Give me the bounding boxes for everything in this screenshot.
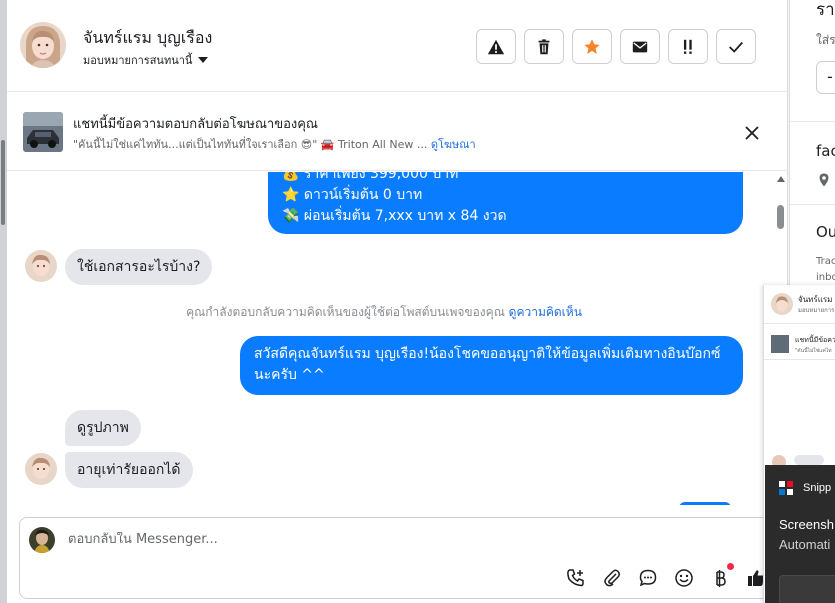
emoji-button[interactable] bbox=[672, 566, 695, 589]
contact-name[interactable]: จันทร์แรม บุญเรือง bbox=[83, 26, 212, 51]
contact-avatar-small[interactable] bbox=[25, 453, 57, 485]
snip-title: Screensh bbox=[779, 517, 834, 532]
composer-toolbar bbox=[564, 563, 767, 589]
mark-done-button[interactable] bbox=[716, 29, 756, 64]
conversation-header: จันทร์แรม บุญเรือง มอบหมายการสนทนานี้ bbox=[7, 0, 788, 92]
delete-button[interactable] bbox=[524, 29, 564, 64]
ad-thumbnail[interactable] bbox=[23, 112, 63, 152]
baht-icon bbox=[715, 569, 726, 587]
details-section-heading-2: Ou bbox=[816, 223, 835, 241]
outgoing-message-promo: 💰 ราคาเพียง 399,000 บาท ⭐ ดาวน์เริ่มต้น … bbox=[268, 172, 743, 234]
contact-avatar[interactable] bbox=[20, 22, 66, 68]
ad-reply-banner: แชทนี้มีข้อความตอบกลับต่อโฆษณาของคุณ "คั… bbox=[7, 93, 788, 171]
report-spam-button[interactable] bbox=[476, 29, 516, 64]
divider bbox=[764, 323, 835, 324]
header-actions bbox=[476, 29, 756, 64]
call-button[interactable] bbox=[564, 566, 587, 589]
contact-avatar-small[interactable] bbox=[25, 250, 57, 282]
window-edge-scroll-thumb[interactable] bbox=[1, 140, 5, 225]
envelope-icon bbox=[632, 41, 648, 52]
view-ad-link[interactable]: ดูโฆษณา bbox=[431, 138, 476, 151]
divider bbox=[764, 359, 835, 360]
view-comment-link[interactable]: ดูความคิดเห็น bbox=[509, 305, 582, 319]
snip-action-button[interactable] bbox=[779, 575, 835, 603]
assign-label: มอบหมายการสนทนานี้ bbox=[83, 54, 193, 67]
notification-dot bbox=[727, 563, 734, 570]
preview-ad-thumb bbox=[771, 335, 789, 353]
outgoing-message-edge bbox=[679, 502, 731, 505]
reply-composer bbox=[19, 517, 773, 599]
preview-bubble bbox=[794, 455, 824, 465]
message-input[interactable] bbox=[68, 532, 568, 547]
attach-button[interactable] bbox=[600, 566, 623, 589]
preview-ad-sub: "คันนี้ไม่ใช่แค่ไท bbox=[795, 348, 832, 354]
ad-banner-title: แชทนี้มีข้อความตอบกลับต่อโฆษณาของคุณ bbox=[73, 117, 318, 132]
comment-icon bbox=[639, 569, 656, 586]
details-section-heading: fac bbox=[816, 142, 835, 160]
star-icon bbox=[584, 38, 600, 54]
incoming-message: ใช้เอกสารอะไรบ้าง? bbox=[65, 249, 213, 285]
phone-plus-icon bbox=[566, 568, 584, 586]
payment-button[interactable] bbox=[708, 563, 734, 589]
window-edge-scrollbar[interactable] bbox=[0, 0, 7, 603]
ad-caption: "คันนี้ไม่ใช่แค่ไททัน...แต่เป็นไททันที่ใ… bbox=[73, 138, 428, 151]
snip-subtitle: Automati bbox=[779, 537, 831, 552]
incoming-message: อายุเท่ารัยออกได้ bbox=[65, 452, 193, 488]
details-subtitle: ใส่ร bbox=[816, 33, 835, 47]
details-input-box[interactable]: - bbox=[816, 61, 835, 94]
preview-avatar bbox=[771, 293, 793, 315]
scroll-up-arrow-icon[interactable] bbox=[777, 176, 785, 182]
follow-up-button[interactable] bbox=[668, 29, 708, 64]
snip-app-name: Snipp bbox=[803, 482, 832, 494]
check-icon bbox=[729, 41, 743, 53]
outgoing-message: สวัสดีคุณจันทร์แรม บุญเรือง!น้องโชคขออนุ… bbox=[240, 336, 743, 395]
promo-line-price: 💰 ราคาเพียง 399,000 บาท bbox=[282, 172, 459, 182]
divider bbox=[790, 204, 835, 205]
preview-ad-title: แชทนี้มีข้อควา bbox=[795, 336, 835, 344]
details-text-line: Trac bbox=[816, 256, 835, 267]
comment-reply-notice: คุณกำลังตอบกลับความคิดเห็นของผู้ใช้ต่อโพ… bbox=[7, 303, 761, 322]
saved-replies-button[interactable] bbox=[636, 566, 659, 589]
divider bbox=[790, 121, 835, 122]
trash-icon bbox=[538, 38, 550, 54]
promo-line-installment: 💸 ผ่อนเริ่มต้น 7,xxx บาท x 84 งวด bbox=[282, 208, 507, 224]
notice-text: คุณกำลังตอบกลับความคิดเห็นของผู้ใช้ต่อโพ… bbox=[186, 305, 505, 319]
snipping-tool-notification[interactable]: Snipp Screensh Automati bbox=[765, 465, 835, 603]
warning-icon bbox=[487, 39, 505, 54]
snip-header: Snipp bbox=[779, 481, 831, 495]
mark-unread-button[interactable] bbox=[620, 29, 660, 64]
star-button[interactable] bbox=[572, 29, 612, 64]
details-section-text: Trac inbo bbox=[816, 254, 835, 286]
details-title: รา bbox=[816, 0, 835, 20]
message-thread: 💰 ราคาเพียง 399,000 บาท ⭐ ดาวน์เริ่มต้น … bbox=[7, 172, 788, 505]
preview-assign: มอบหมายการส bbox=[798, 307, 835, 314]
snipping-tool-icon bbox=[779, 481, 793, 495]
incoming-message: ดูรูปภาพ bbox=[65, 410, 141, 446]
close-banner-button[interactable] bbox=[740, 121, 764, 145]
scroll-thumb[interactable] bbox=[777, 205, 784, 229]
attachment-icon bbox=[603, 569, 620, 586]
caret-down-icon bbox=[198, 57, 209, 63]
emoji-icon bbox=[674, 568, 693, 587]
ad-banner-subtitle: "คันนี้ไม่ใช่แค่ไททัน...แต่เป็นไททันที่ใ… bbox=[73, 135, 476, 153]
details-text-line: inbo bbox=[816, 272, 835, 283]
location-pin-icon bbox=[819, 173, 829, 187]
exclaim-icon bbox=[683, 39, 692, 54]
page-avatar bbox=[29, 527, 55, 553]
chat-panel: จันทร์แรม บุญเรือง มอบหมายการสนทนานี้ แช… bbox=[7, 0, 788, 603]
assign-conversation-dropdown[interactable]: มอบหมายการสนทนานี้ bbox=[83, 51, 209, 69]
close-icon bbox=[745, 126, 759, 140]
promo-line-down: ⭐ ดาวน์เริ่มต้น 0 บาท bbox=[282, 187, 423, 203]
